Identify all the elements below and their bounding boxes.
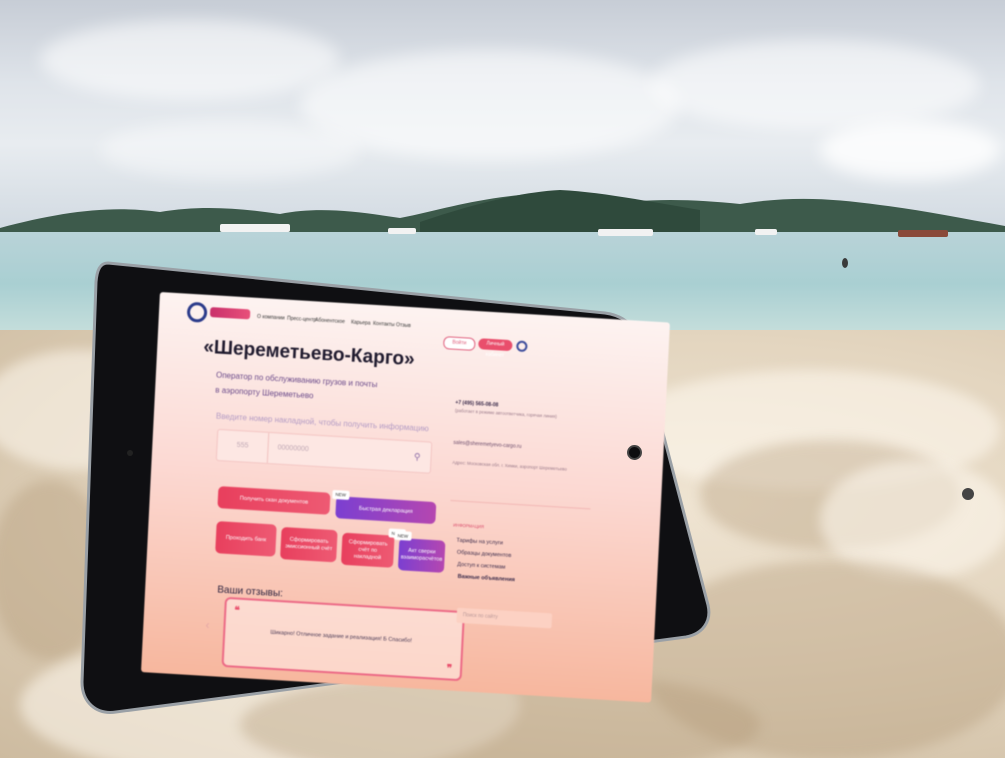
waybill-invoice-button[interactable]: Сформировать счёт по накладной <box>340 532 395 568</box>
site-search-select[interactable]: Поиск по сайту <box>456 607 553 629</box>
sidebar-link[interactable]: Доступ к системам <box>457 562 505 571</box>
page-title: «Шереметьево-Карго» <box>202 336 416 371</box>
waybill-prefix-field[interactable]: 555 <box>216 429 270 463</box>
camera-icon <box>127 450 133 456</box>
button-label: Быстрая декларация <box>358 505 413 515</box>
phone-note: (работает в режиме автоответчика, горяча… <box>454 408 557 420</box>
nav-item[interactable]: Пресс-центр <box>287 316 317 324</box>
nav-item[interactable]: Отзыв <box>396 322 411 329</box>
sidebar-link[interactable]: Важные объявления <box>458 574 515 583</box>
bank-button[interactable]: Проходить банк <box>215 521 277 557</box>
beach-photo: О компании Пресс-центр Абонентское Карье… <box>0 0 1005 758</box>
logo-wordmark <box>209 307 251 320</box>
subtitle: в аэропорту Шереметьево <box>215 385 314 401</box>
new-badge: NEW <box>332 489 350 500</box>
button-label: Проходить банк <box>225 534 267 543</box>
sidebar-link[interactable]: Образцы документов <box>457 550 512 559</box>
logo-icon <box>186 301 208 323</box>
reconciliation-button[interactable]: Акт сверки взаиморасчётов <box>397 538 446 573</box>
email-link[interactable]: sales@sheremetyevo-cargo.ru <box>453 440 521 450</box>
accessibility-icon[interactable] <box>516 340 528 353</box>
emission-invoice-button[interactable]: Сформировать эмиссионный счёт <box>280 526 338 563</box>
waybill-search[interactable]: 555 00000000 ⚲ <box>215 428 433 474</box>
button-label: Сформировать счёт по накладной <box>348 538 388 561</box>
tablet-screen: О компании Пресс-центр Абонентское Карье… <box>141 292 670 703</box>
nav-item[interactable]: Контакты <box>373 321 395 328</box>
review-text: Шикарно! Отличное задание и реализация! … <box>270 629 413 645</box>
nav-item[interactable]: О компании <box>257 314 285 322</box>
section-label: ИНФОРМАЦИЯ <box>453 522 485 530</box>
review-card: ❝ Шикарно! Отличное задание и реализация… <box>221 596 465 682</box>
search-icon[interactable]: ⚲ <box>414 452 421 463</box>
new-badge: NEW <box>394 530 412 541</box>
cabinet-button[interactable]: Личный кабинет <box>478 338 513 359</box>
waybill-number-field[interactable]: 00000000 <box>277 434 310 466</box>
address: Адрес: Московская обл. г. Химки, аэропор… <box>452 460 567 472</box>
divider <box>450 500 591 510</box>
quote-close-icon: ❞ <box>446 663 453 675</box>
chevron-left-icon[interactable]: ‹ <box>205 618 210 632</box>
button-label: Акт сверки взаиморасчётов <box>400 547 443 563</box>
quote-open-icon: ❝ <box>234 605 240 617</box>
phone[interactable]: +7 (495) 565-08-08 <box>455 400 498 409</box>
quick-declaration-button[interactable]: Быстрая декларация <box>335 496 437 525</box>
login-button[interactable]: Войти <box>443 336 476 352</box>
button-label: Сформировать эмиссионный счёт <box>285 536 333 553</box>
nav-item[interactable]: Карьера <box>351 320 371 327</box>
nav-item[interactable]: Абонентское <box>315 317 345 325</box>
sidebar: +7 (495) 565-08-08 (работает в режиме ав… <box>450 372 627 629</box>
sidebar-link[interactable]: Тарифы на услуги <box>456 537 503 546</box>
home-button-icon <box>627 445 642 460</box>
button-label: Получить скан документов <box>239 494 309 505</box>
scan-docs-button[interactable]: Получить скан документов <box>217 486 331 515</box>
